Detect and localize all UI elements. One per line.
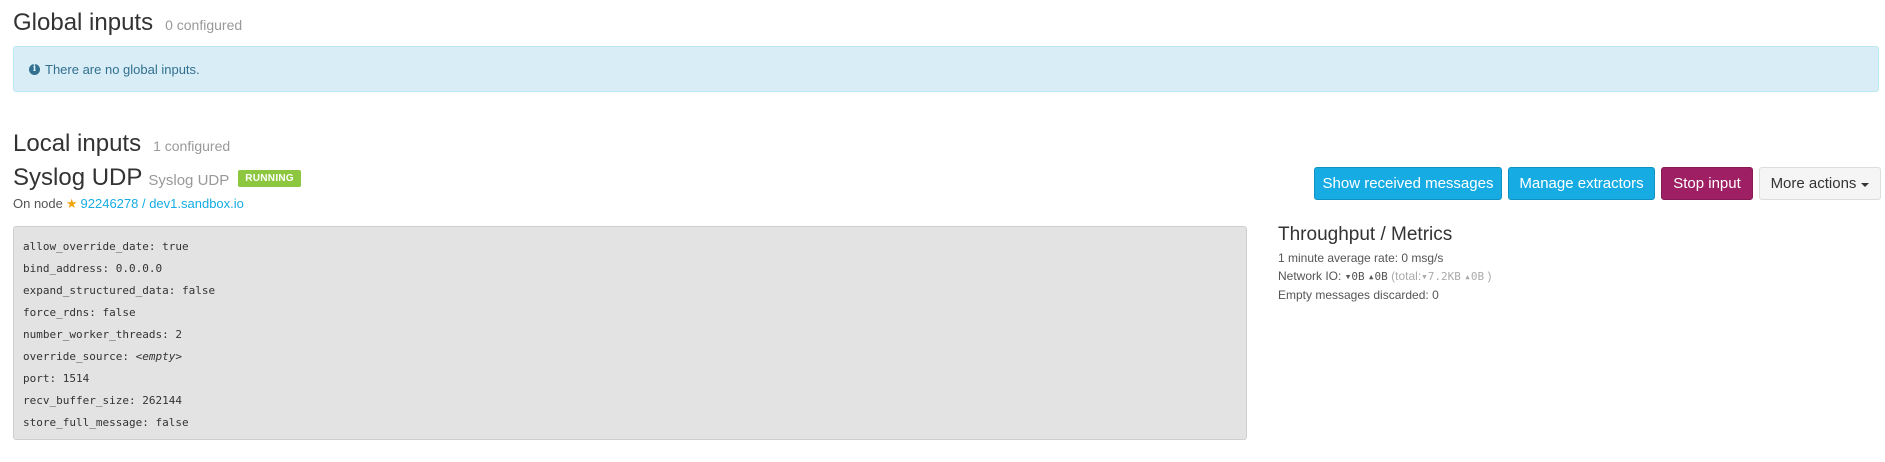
- config-item: bind_address: 0.0.0.0: [23, 262, 163, 275]
- input-name: Syslog UDP: [13, 164, 143, 191]
- metrics-title: Throughput / Metrics: [1278, 224, 1453, 245]
- total-in-value: ▾7.2KB: [1421, 270, 1461, 283]
- avg-rate-row: 1 minute average rate: 0 msg/s: [1278, 251, 1444, 265]
- more-actions-label: More actions: [1770, 175, 1857, 192]
- config-item: force_rdns: false: [23, 306, 136, 319]
- network-io-row: Network IO: ▾0B ▴0B (total:▾7.2KB ▴0B ): [1278, 269, 1492, 283]
- config-item: store_full_message: false: [23, 416, 189, 429]
- caret-down-icon: [1861, 182, 1870, 187]
- config-item: port: 1514: [23, 372, 90, 385]
- config-item: override_source: <empty>: [23, 350, 182, 363]
- info-icon: i: [29, 63, 40, 75]
- stop-input-button[interactable]: Stop input: [1661, 167, 1753, 200]
- config-item: number_worker_threads: 2: [23, 328, 182, 341]
- input-configuration: allow_override_date: true bind_address: …: [13, 226, 1247, 440]
- config-item: allow_override_date: true: [23, 240, 189, 253]
- local-inputs-heading: Local inputs 1 configured: [13, 130, 230, 158]
- config-item: expand_structured_data: false: [23, 284, 216, 297]
- total-out-value: ▴0B: [1464, 270, 1485, 283]
- node-info: On node ★ 92246278 / dev1.sandbox.io: [13, 196, 244, 212]
- config-item: recv_buffer_size: 262144: [23, 394, 182, 407]
- node-link[interactable]: 92246278 / dev1.sandbox.io: [81, 196, 244, 211]
- local-inputs-count: 1 configured: [153, 138, 231, 154]
- node-prefix: On node: [13, 196, 63, 211]
- more-actions-button[interactable]: More actions: [1759, 167, 1881, 200]
- status-badge: RUNNING: [238, 170, 301, 187]
- throughput-metrics: Throughput / Metrics 1 minute average ra…: [1278, 224, 1491, 304]
- manage-extractors-button[interactable]: Manage extractors: [1508, 167, 1655, 200]
- empty-messages-row: Empty messages discarded: 0: [1278, 288, 1439, 302]
- input-type: Syslog UDP: [148, 172, 230, 189]
- global-inputs-alert: i There are no global inputs.: [13, 46, 1879, 92]
- star-icon: ★: [65, 196, 78, 211]
- show-received-messages-button[interactable]: Show received messages: [1314, 167, 1502, 200]
- alert-text: There are no global inputs.: [45, 61, 200, 77]
- empty-messages-value: 0: [1432, 288, 1439, 302]
- global-inputs-title: Global inputs: [13, 9, 154, 36]
- input-header: Syslog UDP Syslog UDP RUNNING: [13, 164, 301, 192]
- net-out-value: ▴0B: [1367, 270, 1388, 283]
- local-inputs-title: Local inputs: [13, 130, 142, 157]
- global-inputs-heading: Global inputs 0 configured: [13, 9, 242, 37]
- net-in-value: ▾0B: [1344, 270, 1365, 283]
- global-inputs-count: 0 configured: [165, 17, 243, 33]
- avg-rate-value: 0 msg/s: [1401, 251, 1444, 265]
